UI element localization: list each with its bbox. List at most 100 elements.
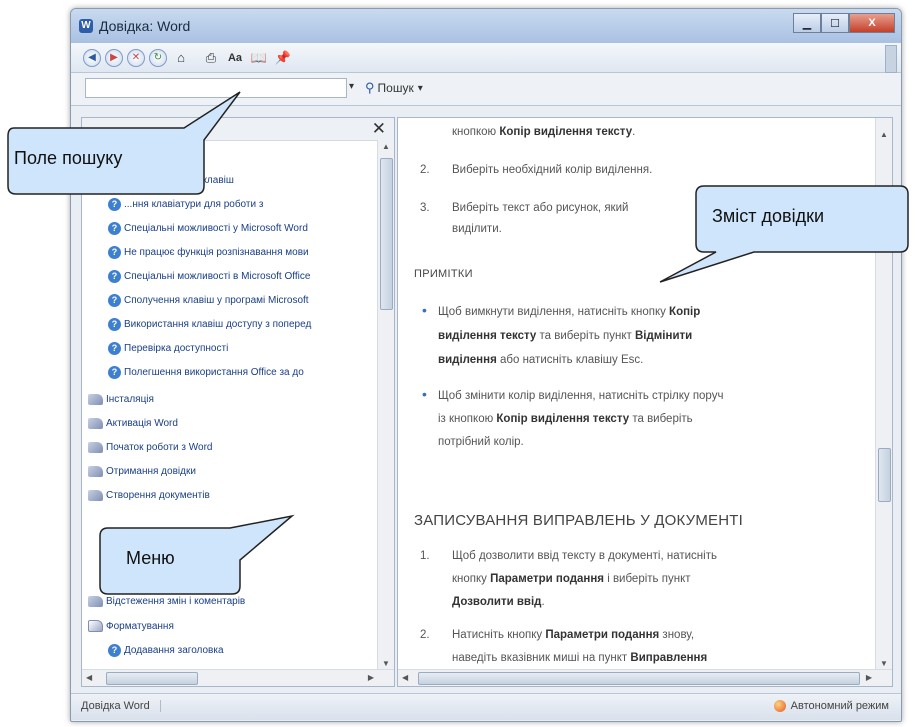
toc-item[interactable]: ? Перевірка доступності [108, 342, 228, 355]
help-topic-icon: ? [108, 270, 121, 283]
toc-pane: ✕ ...вості? ...ння сполучень клавіш? ...нн… [81, 117, 395, 687]
scroll-right-icon[interactable]: ▶ [866, 673, 872, 682]
search-button[interactable]: ⚲ Пошук ▾ [365, 80, 423, 96]
pin-icon[interactable]: 📌 [273, 48, 293, 68]
status-bar: Довідка Word Автономний режим [71, 693, 901, 720]
font-size-icon[interactable]: Aa [225, 48, 245, 68]
toc-item-label: Перевірка доступності [124, 343, 229, 354]
search-history-dropdown-icon[interactable]: ▾ [349, 81, 354, 92]
help-topic-icon: ? [108, 318, 121, 331]
toc-vertical-scrollbar[interactable]: ▲ ▼ [377, 140, 394, 670]
toc-item[interactable]: Початок роботи з Word [88, 442, 212, 453]
toc-horizontal-scrollbar[interactable]: ◀ ▶ [82, 669, 394, 686]
close-button[interactable]: X [849, 13, 895, 33]
toc-header: ✕ [82, 118, 394, 141]
toc-item-label: Відстеження змін і коментарів [106, 596, 246, 607]
toc-hscroll-thumb[interactable] [106, 672, 198, 685]
toc-item-label: Активація Word [106, 418, 178, 429]
stop-icon[interactable]: ✕ [127, 48, 145, 67]
scroll-down-icon[interactable]: ▼ [880, 659, 888, 668]
toc-book-icon[interactable]: 📖 [249, 48, 269, 68]
help-topic-icon: ? [108, 222, 121, 235]
scroll-up-icon[interactable]: ▲ [880, 130, 888, 139]
step-text: Щоб дозволити ввід тексту в документі, н… [452, 550, 717, 562]
book-icon [88, 394, 103, 405]
scroll-down-icon[interactable]: ▼ [382, 659, 390, 668]
toc-item[interactable]: ? Не працює функція розпізнавання мови [108, 246, 309, 259]
scroll-left-icon[interactable]: ◀ [402, 673, 408, 682]
toc-item-label: Створення документів [106, 490, 210, 501]
offline-globe-icon [773, 700, 786, 712]
toc-item[interactable]: Отримання довідки [88, 466, 196, 477]
help-topic-icon: ? [108, 366, 121, 379]
notes-heading: ПРИМІТКИ [414, 268, 473, 280]
book-icon [88, 442, 103, 453]
back-icon[interactable]: ◀ [83, 48, 101, 67]
step-number: 2. [420, 629, 430, 641]
toc-item[interactable]: ? Сполучення клавіш у програмі Microsoft [108, 294, 309, 307]
content-horizontal-scrollbar[interactable]: ◀ ▶ [398, 669, 892, 686]
toc-item[interactable]: ? Використання клавіш доступу з поперед [108, 318, 311, 331]
step-number: 1. [420, 550, 430, 562]
toc-item-label: Полегшення використання Office за до [124, 367, 304, 378]
toc-item[interactable]: ...вості [108, 150, 157, 161]
toc-item[interactable]: Створення документів [88, 490, 210, 501]
refresh-icon[interactable]: ↻ [149, 48, 167, 67]
step-text: кнопку Параметри подання і виберіть пунк… [452, 573, 691, 585]
toc-item-label: Використання клавіш доступу з поперед [124, 319, 312, 330]
toc-item[interactable]: ? ...ння сполучень клавіш [108, 174, 234, 187]
toc-item-label: Спеціальні можливості у Microsoft Word [124, 223, 308, 234]
help-topic-icon: ? [108, 294, 121, 307]
toc-close-button[interactable]: ✕ [372, 119, 386, 139]
scroll-right-icon[interactable]: ▶ [368, 673, 374, 682]
toolbar: ◀ ▶ ✕ ↻ ⌂ ⎙ Aa 📖 📌 [71, 43, 901, 73]
search-input[interactable] [85, 78, 347, 98]
home-icon[interactable]: ⌂ [171, 48, 191, 68]
forward-icon[interactable]: ▶ [105, 48, 123, 67]
toc-item[interactable]: Інсталяція [88, 394, 154, 405]
toc-item[interactable]: ? Спеціальні можливості в Microsoft Offic… [108, 270, 310, 283]
scroll-up-icon[interactable]: ▲ [382, 142, 390, 151]
maximize-button[interactable]: ☐ [821, 13, 849, 33]
connection-status-button[interactable]: Автономний режим [773, 700, 889, 712]
toc-item-label: ...ння клавіатури для роботи з [124, 199, 264, 210]
toc-item[interactable]: Форматування [88, 620, 174, 632]
help-topic-icon: ? [108, 342, 121, 355]
toc-item[interactable]: ? Додавання заголовка [108, 644, 224, 657]
content-scroll-thumb[interactable] [878, 448, 891, 502]
search-bar: ▾ ⚲ Пошук ▾ [71, 73, 901, 106]
note-text: із кнопкою Копір виділення тексту та виб… [438, 413, 693, 425]
toc-item[interactable]: Відстеження змін і коментарів [88, 596, 245, 607]
note-text: виділення або натисніть клавішу Esc. [438, 354, 644, 366]
section-heading: ЗАПИСУВАННЯ ВИПРАВЛЕНЬ У ДОКУМЕНТІ [414, 512, 744, 529]
toc-item[interactable]: ? Спеціальні можливості у Microsoft Word [108, 222, 308, 235]
step-number: 3. [420, 202, 430, 214]
toc-item-label: Початок роботи з Word [106, 442, 213, 453]
help-topic-icon: ? [108, 644, 121, 657]
print-icon[interactable]: ⎙ [201, 48, 221, 68]
step-number: 2. [420, 164, 430, 176]
minimize-button[interactable]: ▁ [793, 13, 821, 33]
step-text: виділити. [452, 223, 502, 235]
window-title: Довідка: Word [99, 18, 191, 34]
note-text: потрібний колір. [438, 436, 524, 448]
title-bar[interactable]: W Довідка: Word ▁ ☐ X [71, 9, 901, 43]
scroll-left-icon[interactable]: ◀ [86, 673, 92, 682]
step-text: Дозволити ввід. [452, 596, 545, 608]
toc-item[interactable]: ? ...ння клавіатури для роботи з [108, 198, 263, 211]
bullet-icon: • [422, 386, 427, 402]
note-text: Щоб вимкнути виділення, натисніть кнопку… [438, 306, 701, 318]
toc-item-label: ...ння сполучень клавіш [124, 175, 234, 186]
content-vertical-scrollbar[interactable]: ▲ ▼ [875, 118, 892, 670]
toc-item[interactable]: Активація Word [88, 418, 178, 429]
content-hscroll-thumb[interactable] [418, 672, 860, 685]
content-line: кнопкою Копір виділення тексту. [452, 126, 636, 138]
step-text: Виберіть текст або рисунок, який [452, 202, 629, 214]
step-text: наведіть вказівник миші на пункт Виправл… [452, 652, 708, 664]
toc-scroll-thumb[interactable] [380, 158, 393, 310]
step-text: Натисніть кнопку Параметри подання знову… [452, 629, 695, 641]
book-icon [88, 596, 103, 607]
connection-status-label: Автономний режим [790, 700, 889, 712]
toc-item[interactable]: ? Полегшення використання Office за до [108, 366, 304, 379]
book-icon [88, 490, 103, 501]
